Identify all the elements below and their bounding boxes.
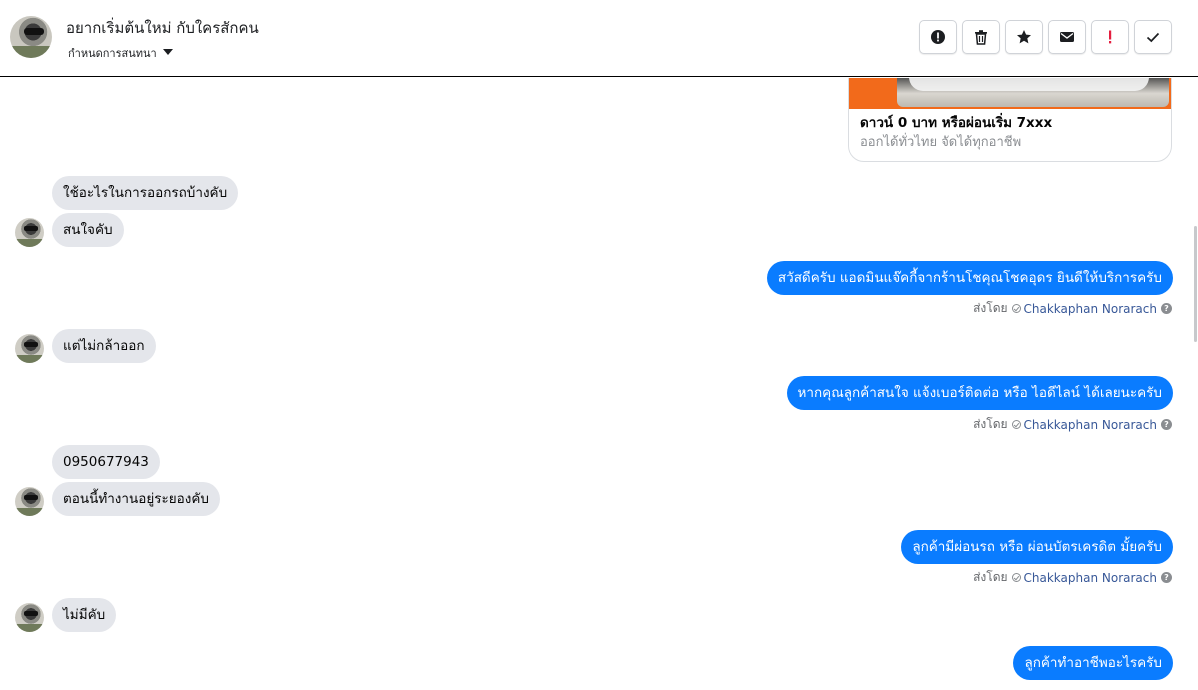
incoming-message[interactable]: สนใจคับ — [52, 213, 124, 247]
verified-check-icon — [1011, 420, 1021, 429]
contact-avatar[interactable] — [10, 16, 52, 58]
caret-down-icon — [162, 49, 173, 55]
outgoing-message[interactable]: ลูกค้ามีผ่อนรถ หรือ ผ่อนบัตรเครดิต มั้ยค… — [901, 530, 1173, 564]
conversation-options-label: กำหนดการสนทนา — [68, 47, 157, 57]
verified-check-icon — [1011, 304, 1021, 313]
outgoing-message[interactable]: ลูกค้าทำอาชีพอะไรครับ — [1013, 646, 1173, 680]
check-icon — [1146, 32, 1160, 43]
help-icon[interactable]: ? — [1161, 303, 1172, 314]
outgoing-message[interactable]: สวัสดีครับ แอดมินแจ๊คกี้จากร้านโชคุณโชคอ… — [766, 261, 1173, 295]
incoming-message[interactable]: ใช้อะไรในการออกรถบ้างคับ — [52, 176, 239, 210]
sent-by-prefix: ส่งโดย — [973, 301, 1008, 315]
sender-name-link[interactable]: Chakkaphan Norarach — [1024, 302, 1157, 316]
contact-avatar-small[interactable] — [15, 487, 44, 516]
sender-name-link[interactable]: Chakkaphan Norarach — [1024, 418, 1157, 432]
contact-name[interactable]: อยากเริ่มต้นใหม่ กับใครสักคน — [66, 16, 259, 40]
star-button[interactable] — [1005, 20, 1043, 54]
star-icon — [1017, 30, 1031, 44]
report-button[interactable] — [919, 20, 957, 54]
sender-name-link[interactable]: Chakkaphan Norarach — [1024, 571, 1157, 585]
contact-avatar-small[interactable] — [15, 334, 44, 363]
help-icon[interactable]: ? — [1161, 572, 1172, 583]
message-thread[interactable]: ดาวน์ 0 บาท หรือผ่อนเริ่ม 7xxx ออกได้ทั่… — [0, 78, 1198, 690]
outgoing-message[interactable]: หากคุณลูกค้าสนใจ แจ้งเบอร์ติดต่อ หรือ ไอ… — [786, 376, 1173, 410]
conversation-options-dropdown[interactable]: กำหนดการสนทนา — [68, 44, 173, 57]
contact-avatar-small[interactable] — [15, 218, 44, 247]
ad-card-description: ออกได้ทั่วไทย จัดได้ทุกอาชีพ — [860, 135, 1022, 150]
sent-by-label: ส่งโดย Chakkaphan Norarach? — [973, 568, 1172, 587]
incoming-message[interactable]: แต่ไม่กล้าออก — [52, 329, 156, 363]
conversation-header: อยากเริ่มต้นใหม่ กับใครสักคน กำหนดการสนท… — [0, 0, 1198, 77]
action-toolbar — [919, 20, 1172, 54]
sent-by-prefix: ส่งโดย — [973, 570, 1008, 584]
contact-avatar-small[interactable] — [15, 603, 44, 632]
thread-scrollbar[interactable] — [1194, 226, 1197, 342]
mail-icon — [1060, 32, 1074, 42]
mark-unread-button[interactable] — [1048, 20, 1086, 54]
incoming-message[interactable]: 0950677943 — [52, 445, 160, 479]
ad-card[interactable]: ดาวน์ 0 บาท หรือผ่อนเริ่ม 7xxx ออกได้ทั่… — [848, 78, 1172, 162]
ad-card-title: ดาวน์ 0 บาท หรือผ่อนเริ่ม 7xxx — [860, 115, 1053, 131]
spam-button[interactable] — [1091, 20, 1129, 54]
sent-by-label: ส่งโดย Chakkaphan Norarach? — [973, 299, 1172, 318]
help-icon[interactable]: ? — [1161, 419, 1172, 430]
mark-done-button[interactable] — [1134, 20, 1172, 54]
trash-icon — [975, 30, 987, 45]
spam-icon — [1109, 30, 1112, 44]
incoming-message[interactable]: ตอนนี้ทำงานอยู่ระยองคับ — [52, 482, 220, 516]
delete-button[interactable] — [962, 20, 1000, 54]
incoming-message[interactable]: ไม่มีคับ — [52, 598, 117, 632]
sent-by-label: ส่งโดย Chakkaphan Norarach? — [973, 415, 1172, 434]
ad-card-image — [849, 78, 1171, 109]
verified-check-icon — [1011, 573, 1021, 582]
sent-by-prefix: ส่งโดย — [973, 417, 1008, 431]
report-icon — [931, 30, 945, 44]
